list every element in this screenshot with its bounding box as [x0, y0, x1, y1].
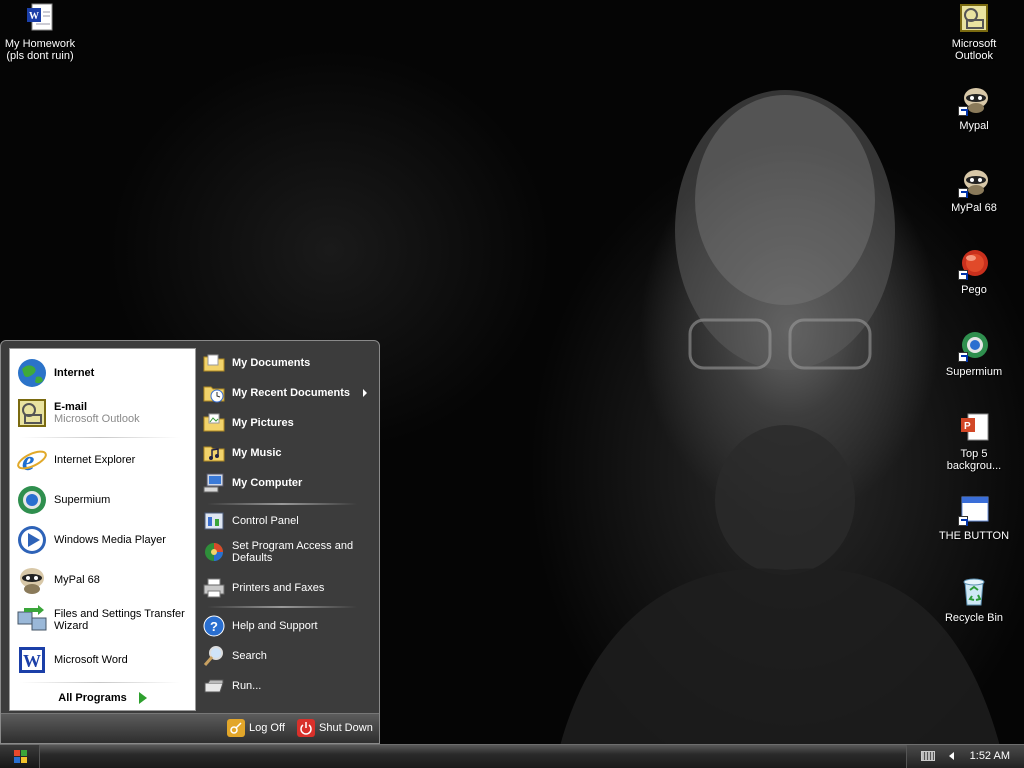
desktop-icon-label: Top 5 backgrou... — [946, 448, 1002, 472]
folder-icon — [203, 442, 225, 464]
start-item-printers-faxes[interactable]: Printers and Faxes — [203, 577, 375, 599]
desktop-icon-label: MyPal 68 — [951, 202, 997, 214]
mypal-icon — [958, 166, 990, 198]
start-item-my-music[interactable]: My Music — [203, 442, 375, 464]
desktop-icon-homework[interactable]: W My Homework (pls dont ruin) — [2, 2, 78, 62]
desktop-icon-label: Microsoft Outlook — [951, 38, 997, 62]
start-item-email[interactable]: E-mail Microsoft Outlook — [16, 397, 192, 429]
word-icon: W — [16, 644, 48, 676]
start-item-files-settings-transfer[interactable]: Files and Settings Transfer Wizard — [16, 604, 192, 636]
taskbar: 1:52 AM — [0, 744, 1024, 768]
tray-expand-arrow-icon[interactable] — [949, 752, 954, 760]
start-item-internet[interactable]: Internet — [16, 357, 192, 389]
start-menu-places-pane: My Documents My Recent Documents My Pict… — [197, 348, 377, 711]
desktop-icon-label: Supermium — [945, 366, 1003, 378]
start-menu-programs-pane: Internet E-mail Microsoft Outlook e Inte… — [9, 348, 196, 711]
media-player-icon — [16, 524, 48, 556]
internet-explorer-icon: e — [16, 444, 48, 477]
start-item-my-documents[interactable]: My Documents — [203, 352, 375, 374]
start-item-internet-explorer[interactable]: e Internet Explorer — [16, 444, 192, 477]
start-item-my-computer[interactable]: My Computer — [203, 472, 375, 494]
desktop-icon-pego[interactable]: Pego — [936, 248, 1012, 296]
start-item-my-pictures[interactable]: My Pictures — [203, 412, 375, 434]
shortcut-arrow-icon — [958, 106, 968, 116]
desktop-icon-mypal-68[interactable]: MyPal 68 — [936, 166, 1012, 214]
desktop-icon-label: Mypal — [959, 120, 989, 132]
desktop-icon-label: Recycle Bin — [944, 612, 1004, 624]
desktop-icon-label: THE BUTTON — [938, 530, 1010, 542]
log-off-button[interactable]: Log Off — [227, 719, 285, 737]
folder-icon — [203, 412, 225, 434]
svg-text:?: ? — [210, 619, 218, 634]
keyboard-icon[interactable] — [921, 751, 935, 761]
window-icon — [958, 494, 990, 526]
svg-text:P: P — [964, 421, 971, 432]
submenu-arrow-icon — [363, 389, 367, 397]
shortcut-arrow-icon — [958, 270, 968, 280]
start-item-my-recent-documents[interactable]: My Recent Documents — [203, 382, 375, 404]
supermium-icon — [16, 484, 48, 516]
svg-text:W: W — [29, 11, 39, 22]
desktop-icon-label: Pego — [961, 284, 987, 296]
start-item-mypal-68[interactable]: MyPal 68 — [16, 564, 192, 596]
run-icon — [203, 675, 225, 697]
start-item-control-panel[interactable]: Control Panel — [203, 510, 375, 532]
green-arrow-icon — [138, 692, 147, 704]
help-icon: ? — [203, 615, 225, 637]
start-item-help-support[interactable]: ? Help and Support — [203, 615, 375, 637]
word-document-icon: W — [24, 2, 56, 34]
supermium-icon — [958, 330, 990, 362]
system-tray: 1:52 AM — [906, 745, 1024, 768]
control-panel-icon — [203, 510, 225, 532]
desktop-icon-top5-backgrounds[interactable]: P Top 5 backgrou... — [936, 412, 1012, 472]
mypal-icon — [16, 564, 48, 596]
shortcut-arrow-icon — [958, 516, 968, 526]
computer-icon — [203, 472, 225, 494]
desktop-icon-label: My Homework (pls dont ruin) — [4, 38, 76, 62]
shortcut-arrow-icon — [958, 352, 968, 362]
separator — [20, 437, 180, 438]
svg-text:W: W — [23, 651, 41, 671]
internet-globe-icon — [16, 357, 48, 389]
start-item-microsoft-word[interactable]: W Microsoft Word — [16, 644, 192, 676]
separator — [20, 682, 180, 683]
shut-down-button[interactable]: Shut Down — [297, 719, 373, 737]
separator — [207, 606, 357, 608]
folder-icon — [203, 352, 225, 374]
desktop-icon-mypal[interactable]: Mypal — [936, 84, 1012, 132]
desktop-icon-the-button[interactable]: THE BUTTON — [936, 494, 1012, 542]
key-icon — [227, 719, 245, 737]
svg-text:e: e — [22, 446, 34, 476]
start-item-search[interactable]: Search — [203, 645, 375, 667]
power-icon — [297, 719, 315, 737]
printer-icon — [203, 577, 225, 599]
start-button[interactable] — [0, 745, 40, 768]
outlook-icon — [16, 397, 48, 429]
shortcut-arrow-icon — [958, 188, 968, 198]
search-icon — [203, 645, 225, 667]
start-item-run[interactable]: Run... — [203, 675, 375, 697]
desktop-icon-recycle-bin[interactable]: Recycle Bin — [936, 576, 1012, 624]
start-menu: Internet E-mail Microsoft Outlook e Inte… — [0, 340, 380, 744]
desktop-icon-supermium[interactable]: Supermium — [936, 330, 1012, 378]
desktop-icon-outlook[interactable]: Microsoft Outlook — [936, 2, 1012, 62]
separator — [207, 503, 357, 505]
recycle-bin-icon — [958, 576, 990, 608]
all-programs-button[interactable]: All Programs — [10, 692, 195, 704]
program-defaults-icon — [203, 541, 225, 563]
start-item-windows-media-player[interactable]: Windows Media Player — [16, 524, 192, 556]
start-item-set-program-access[interactable]: Set Program Access and Defaults — [203, 540, 375, 564]
outlook-icon — [958, 2, 990, 34]
transfer-wizard-icon — [16, 604, 48, 636]
start-item-supermium[interactable]: Supermium — [16, 484, 192, 516]
clock[interactable]: 1:52 AM — [970, 750, 1010, 762]
start-menu-footer: Log Off Shut Down — [1, 713, 379, 743]
mypal-icon — [958, 84, 990, 116]
recent-documents-icon — [203, 382, 225, 404]
pego-icon — [958, 248, 990, 280]
windows-logo-icon — [14, 750, 27, 763]
powerpoint-icon: P — [958, 412, 990, 444]
